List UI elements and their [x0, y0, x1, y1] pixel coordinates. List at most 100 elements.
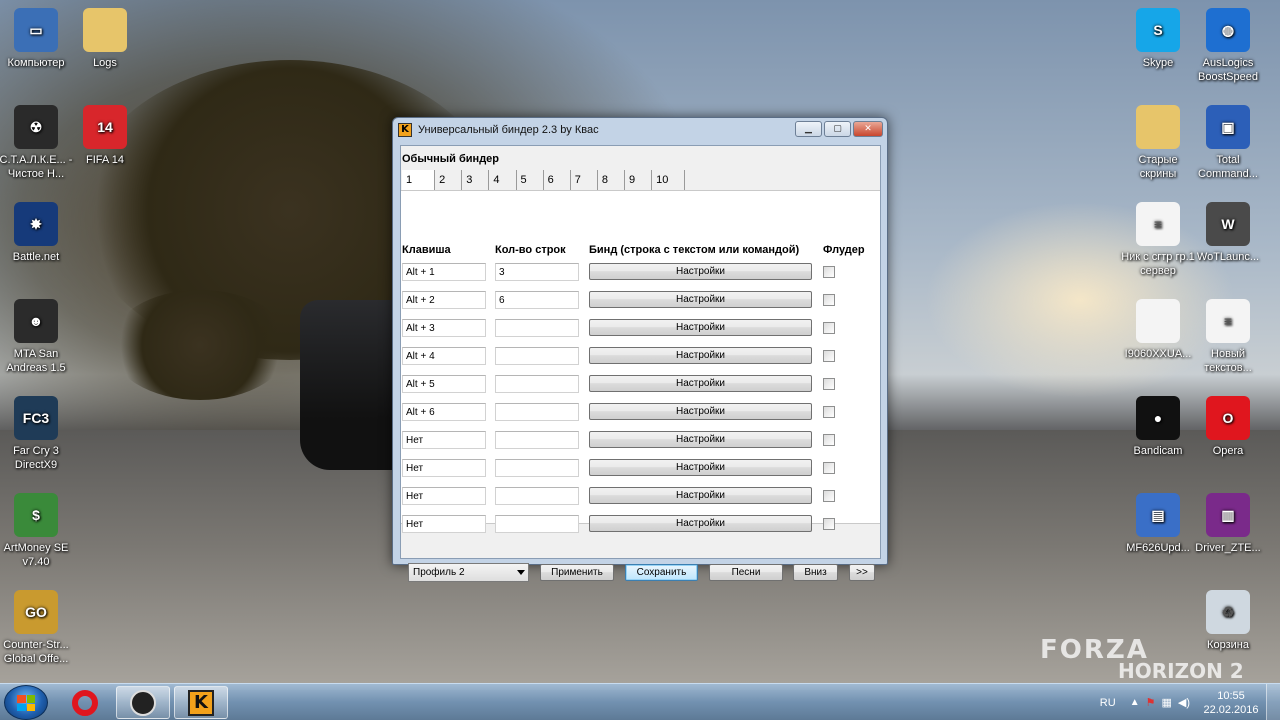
settings-button[interactable]: Настройки: [589, 263, 812, 280]
count-field[interactable]: [495, 347, 579, 365]
desktop-icon[interactable]: ▭ Компьютер: [0, 8, 74, 70]
settings-button[interactable]: Настройки: [589, 431, 812, 448]
desktop-icon[interactable]: ◍ AusLogics BoostSpeed: [1190, 8, 1266, 84]
network-error-icon[interactable]: ⚑: [1146, 696, 1156, 709]
count-field[interactable]: [495, 515, 579, 533]
clock-time: 10:55: [1217, 689, 1245, 702]
tab-3[interactable]: 3: [462, 170, 490, 190]
tab-4[interactable]: 4: [489, 170, 517, 190]
settings-button[interactable]: Настройки: [589, 291, 812, 308]
tab-1[interactable]: 1: [402, 170, 436, 190]
desktop-icon[interactable]: ☻ MTA San Andreas 1.5: [0, 299, 74, 375]
text-file-icon: ≡: [1136, 202, 1180, 246]
flood-checkbox[interactable]: [823, 266, 835, 278]
desktop-icon[interactable]: ● Bandicam: [1120, 396, 1196, 458]
tab-2[interactable]: 2: [435, 170, 463, 190]
clock[interactable]: 10:55 22.02.2016: [1196, 689, 1266, 717]
tab-9[interactable]: 9: [625, 170, 653, 190]
count-field[interactable]: 6: [495, 291, 579, 309]
desktop-icon[interactable]: O Opera: [1190, 396, 1266, 458]
flood-checkbox[interactable]: [823, 322, 835, 334]
tab-7[interactable]: 7: [571, 170, 598, 190]
language-indicator[interactable]: RU: [1100, 697, 1116, 709]
desktop-icon[interactable]: ≡ Ник с сгтр гр.1 сервер: [1120, 202, 1196, 278]
down-button[interactable]: Вниз: [793, 564, 838, 581]
profile-value: Профиль 2: [413, 567, 465, 578]
desktop-icon[interactable]: ✸ Battle.net: [0, 202, 74, 264]
key-field[interactable]: Alt + 2: [402, 291, 486, 309]
tab-8[interactable]: 8: [598, 170, 625, 190]
count-field[interactable]: 3: [495, 263, 579, 281]
profile-dropdown[interactable]: Профиль 2: [408, 563, 529, 582]
taskbar-obs[interactable]: [116, 686, 170, 719]
taskbar-binder[interactable]: K: [174, 686, 228, 719]
flood-checkbox[interactable]: [823, 518, 835, 530]
settings-button[interactable]: Настройки: [589, 515, 812, 532]
key-field[interactable]: Alt + 6: [402, 403, 486, 421]
settings-button[interactable]: Настройки: [589, 487, 812, 504]
songs-button[interactable]: Песни: [709, 564, 783, 581]
flood-checkbox[interactable]: [823, 378, 835, 390]
taskbar-opera[interactable]: [58, 686, 112, 719]
desktop-icon[interactable]: ♻ Корзина: [1190, 590, 1266, 652]
settings-button[interactable]: Настройки: [589, 375, 812, 392]
tray-expand-icon[interactable]: ▲: [1130, 697, 1140, 708]
network-icon[interactable]: ▦: [1161, 696, 1171, 709]
desktop-icon[interactable]: I9060XXUA...: [1120, 299, 1196, 361]
count-field[interactable]: [495, 487, 579, 505]
desktop-icon[interactable]: ☢ С.Т.А.Л.К.Е... - Чистое Н...: [0, 105, 74, 181]
tab-6[interactable]: 6: [544, 170, 571, 190]
count-field[interactable]: [495, 375, 579, 393]
tab-10[interactable]: 10: [652, 170, 686, 190]
key-field[interactable]: Alt + 1: [402, 263, 486, 281]
key-field[interactable]: Нет: [402, 487, 486, 505]
flood-checkbox[interactable]: [823, 350, 835, 362]
minimize-button[interactable]: ▁: [795, 121, 822, 137]
settings-button[interactable]: Настройки: [589, 347, 812, 364]
desktop-icon[interactable]: S Skype: [1120, 8, 1196, 70]
tab-5[interactable]: 5: [517, 170, 544, 190]
volume-icon[interactable]: ◀): [1178, 696, 1190, 709]
desktop-icon[interactable]: ≡ Новый текстов...: [1190, 299, 1266, 375]
modem-icon: ▤: [1136, 493, 1180, 537]
settings-button[interactable]: Настройки: [589, 403, 812, 420]
key-field[interactable]: Alt + 4: [402, 347, 486, 365]
desktop-icon[interactable]: Старые скрины: [1120, 105, 1196, 181]
desktop-icon[interactable]: $ ArtMoney SE v7.40: [0, 493, 74, 569]
desktop-icon[interactable]: ▤ MF626Upd...: [1120, 493, 1196, 555]
flood-checkbox[interactable]: [823, 294, 835, 306]
key-field[interactable]: Нет: [402, 459, 486, 477]
more-button[interactable]: >>: [849, 564, 875, 581]
clock-date: 22.02.2016: [1203, 703, 1259, 716]
flood-checkbox[interactable]: [823, 462, 835, 474]
key-field[interactable]: Нет: [402, 431, 486, 449]
show-desktop-button[interactable]: [1266, 684, 1280, 720]
desktop-icon[interactable]: Logs: [67, 8, 143, 70]
save-button[interactable]: Сохранить: [625, 564, 698, 581]
title-bar[interactable]: K Универсальный биндер 2.3 by Квас ▁ ▢ ✕: [393, 118, 887, 142]
desktop-icon[interactable]: ▥ Driver_ZTE...: [1190, 493, 1266, 555]
desktop-icon[interactable]: GO Counter-Str... Global Offe...: [0, 590, 74, 666]
desktop-icon[interactable]: 14 FIFA 14: [67, 105, 143, 167]
flood-checkbox[interactable]: [823, 434, 835, 446]
binder-window[interactable]: K Универсальный биндер 2.3 by Квас ▁ ▢ ✕…: [392, 117, 888, 582]
text-file-icon: ≡: [1206, 299, 1250, 343]
count-field[interactable]: [495, 431, 579, 449]
close-button[interactable]: ✕: [853, 121, 883, 137]
key-field[interactable]: Alt + 5: [402, 375, 486, 393]
flood-checkbox[interactable]: [823, 406, 835, 418]
start-button[interactable]: [4, 685, 48, 720]
desktop-icon[interactable]: FC3 Far Cry 3 DirectX9: [0, 396, 74, 472]
apply-button[interactable]: Применить: [540, 564, 614, 581]
key-field[interactable]: Нет: [402, 515, 486, 533]
desktop-icon[interactable]: W WoTLaunc...: [1190, 202, 1266, 264]
count-field[interactable]: [495, 403, 579, 421]
key-field[interactable]: Alt + 3: [402, 319, 486, 337]
desktop-icon[interactable]: ▣ Total Command...: [1190, 105, 1266, 181]
settings-button[interactable]: Настройки: [589, 319, 812, 336]
maximize-button[interactable]: ▢: [824, 121, 851, 137]
count-field[interactable]: [495, 319, 579, 337]
settings-button[interactable]: Настройки: [589, 459, 812, 476]
count-field[interactable]: [495, 459, 579, 477]
flood-checkbox[interactable]: [823, 490, 835, 502]
